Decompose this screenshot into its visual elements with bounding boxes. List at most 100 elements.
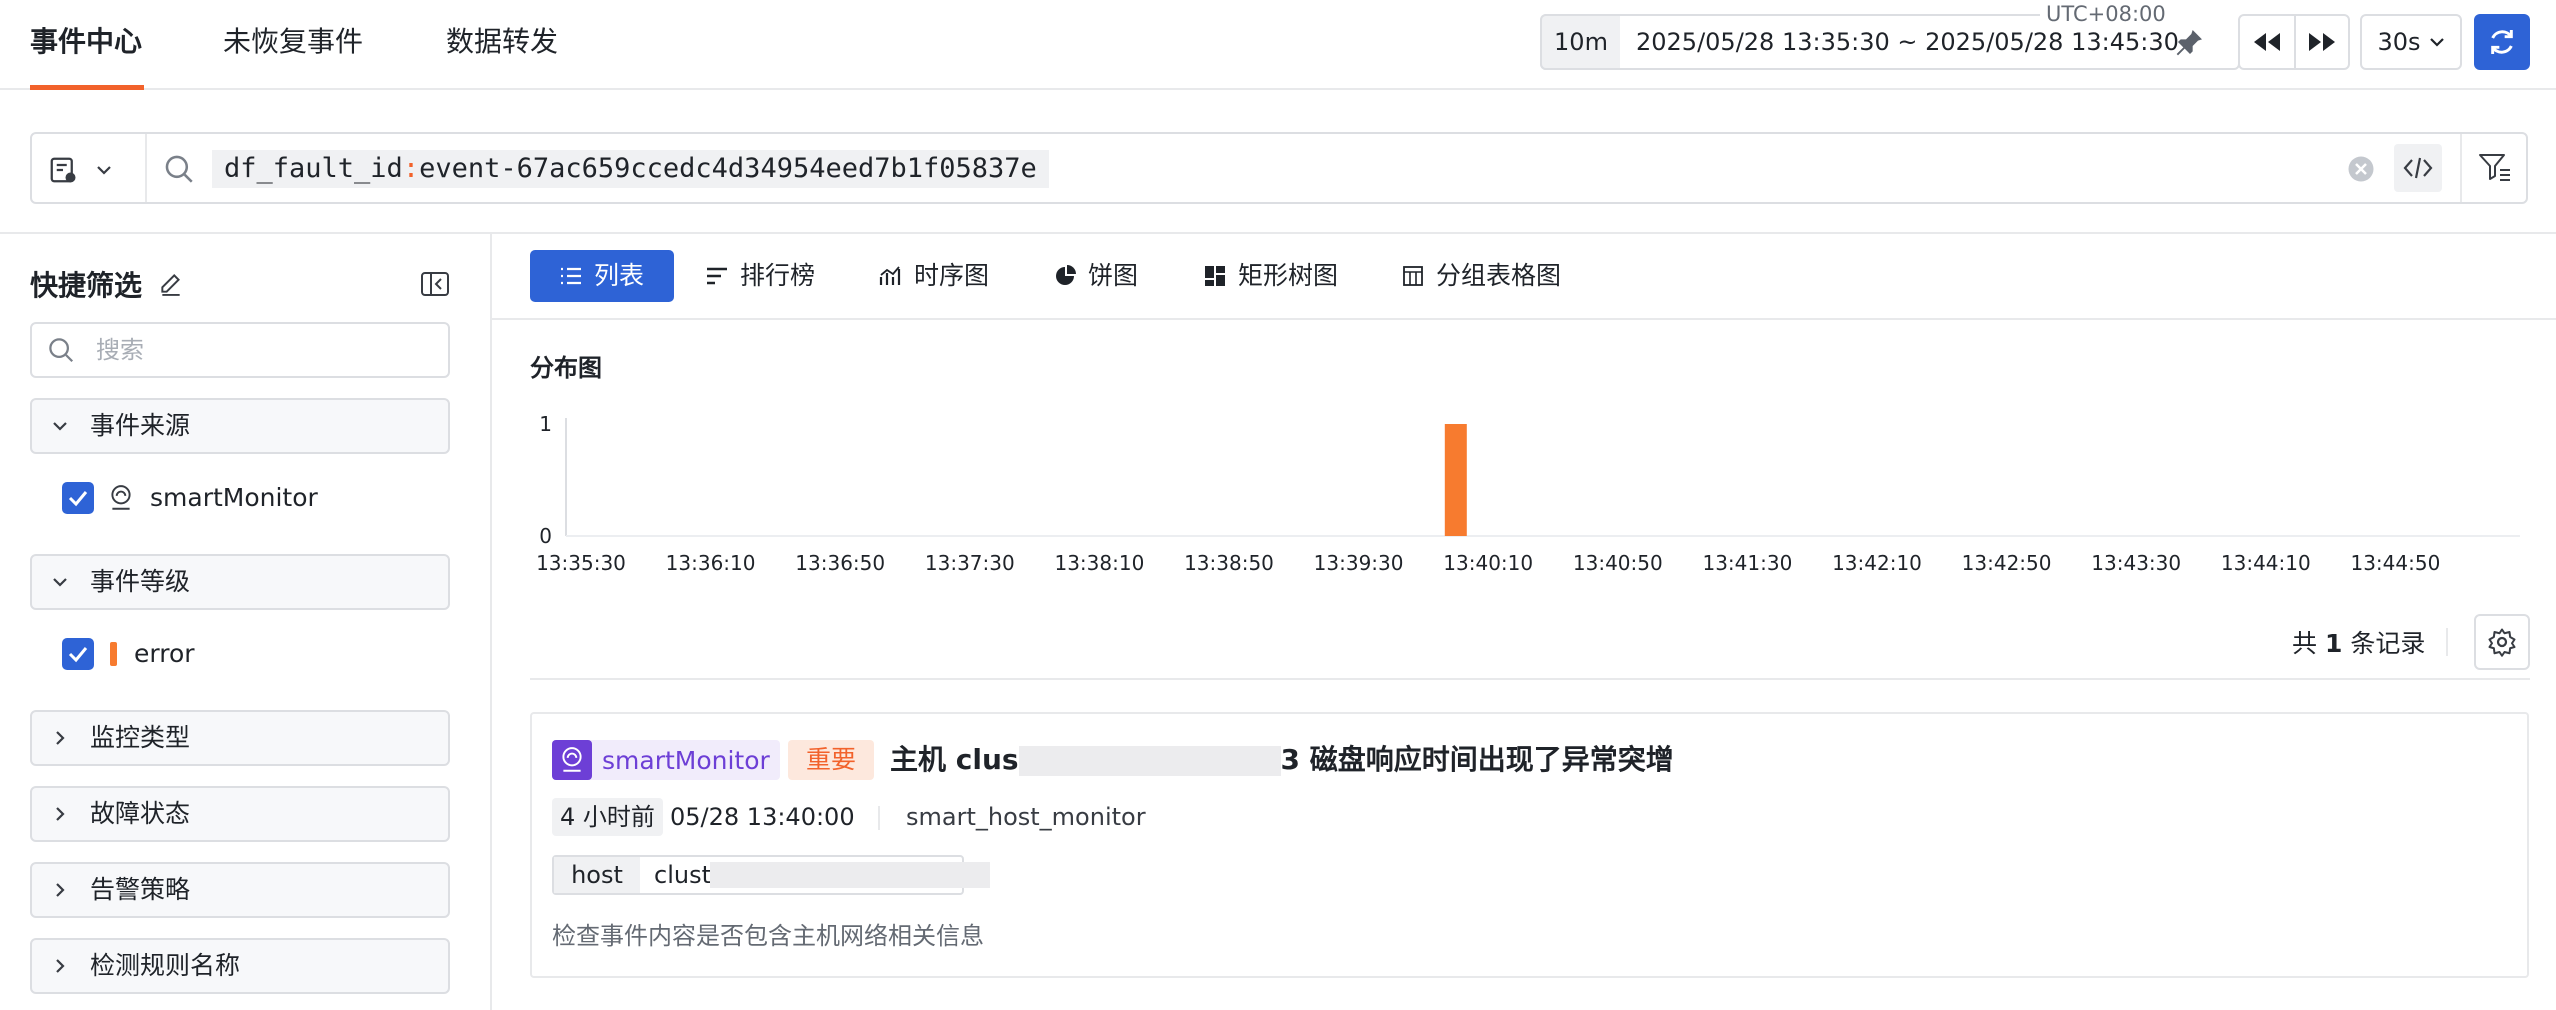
- filter-group-event-level[interactable]: 事件等级: [30, 554, 450, 610]
- view-tab-label: 饼图: [1088, 261, 1139, 290]
- checkbox-error[interactable]: [62, 638, 94, 670]
- search-icon: [162, 152, 196, 186]
- rewind-icon: [2254, 33, 2280, 51]
- refresh-interval-value: 30s: [2377, 28, 2421, 56]
- event-title-prefix: 主机 clus: [890, 743, 1019, 776]
- query-key: df_fault_id: [224, 153, 403, 184]
- tab-label: 数据转发: [446, 25, 559, 58]
- x-tick-label: 13:36:10: [666, 551, 756, 575]
- level-color-marker: [110, 642, 117, 666]
- view-tab-grouped-table[interactable]: 分组表格图: [1402, 250, 1561, 302]
- check-icon: [68, 647, 88, 663]
- clear-icon[interactable]: [2346, 154, 2376, 184]
- event-time: 05/28 13:40:00: [670, 803, 855, 831]
- event-title[interactable]: 主机 clus 3 磁盘响应时间出现了异常突增: [890, 740, 1674, 780]
- time-preset[interactable]: 10m: [1540, 14, 1620, 70]
- fast-forward-icon: [2309, 33, 2335, 51]
- refresh-interval-select[interactable]: 30s: [2360, 14, 2462, 70]
- collapse-sidebar-icon[interactable]: [420, 270, 450, 298]
- grouped-table-icon: [1403, 266, 1423, 286]
- search-icon: [46, 335, 76, 365]
- checkbox-smartmonitor[interactable]: [62, 482, 94, 514]
- filter-group-label: 监控类型: [90, 723, 191, 752]
- header-divider: [0, 232, 2556, 234]
- chevron-right-icon: [56, 807, 65, 821]
- chevron-right-icon: [56, 731, 65, 745]
- chevron-right-icon: [56, 959, 65, 973]
- tab-unrecovered-events[interactable]: 未恢复事件: [223, 0, 363, 90]
- filter-group-label: 检测规则名称: [90, 951, 241, 980]
- previous-range-button[interactable]: [2238, 14, 2296, 70]
- chevron-down-icon: [2429, 38, 2444, 47]
- meta-divider: [878, 806, 880, 830]
- records-divider: [530, 678, 2530, 680]
- x-tick-label: 13:42:10: [1832, 551, 1922, 575]
- active-tab-underline: [30, 85, 144, 90]
- x-tick-label: 13:35:30: [536, 551, 626, 575]
- treemap-icon: [1205, 266, 1225, 286]
- x-tick-label: 13:38:10: [1054, 551, 1144, 575]
- option-label-smartmonitor[interactable]: smartMonitor: [150, 482, 318, 514]
- refresh-button[interactable]: [2474, 14, 2530, 70]
- query-mode-select[interactable]: [48, 150, 148, 190]
- chevron-down-icon: [53, 422, 67, 431]
- ranking-icon: [707, 267, 727, 285]
- event-source-label: smartMonitor: [602, 745, 770, 775]
- filter-group-event-source[interactable]: 事件来源: [30, 398, 450, 454]
- view-tab-ranking[interactable]: 排行榜: [706, 250, 815, 302]
- x-tick-label: 13:40:10: [1443, 551, 1533, 575]
- query-operator: :: [402, 153, 420, 184]
- view-tab-timeseries[interactable]: 时序图: [878, 250, 989, 302]
- list-settings-button[interactable]: [2474, 614, 2530, 670]
- query-token[interactable]: df_fault_id:event-67ac659ccedc4d34954eed…: [212, 150, 1049, 188]
- distribution-chart: 0 1 13:35:30 13:36:10 13:36:50 13:37:30 13:38:…: [536, 412, 2520, 575]
- filter-group-monitor-type[interactable]: 监控类型: [30, 710, 450, 766]
- chevron-down-icon: [53, 578, 67, 587]
- x-tick-label: 13:36:50: [795, 551, 885, 575]
- smartmonitor-icon: [108, 484, 134, 512]
- code-view-button[interactable]: [2394, 144, 2442, 192]
- tab-event-center[interactable]: 事件中心: [30, 0, 142, 90]
- filter-search-input[interactable]: [30, 322, 450, 378]
- filter-group-rule-name[interactable]: 检测规则名称: [30, 938, 450, 994]
- chart-title: 分布图: [530, 354, 602, 382]
- pin-icon[interactable]: [2174, 26, 2206, 58]
- filter-group-alert-policy[interactable]: 告警策略: [30, 862, 450, 918]
- list-icon: [561, 267, 581, 285]
- code-icon: [2403, 157, 2433, 179]
- search-divider: [145, 134, 147, 202]
- timeseries-icon: [879, 266, 901, 285]
- view-tab-label: 时序图: [914, 261, 990, 290]
- record-count-suffix: 条记录: [2350, 629, 2426, 658]
- chevron-down-icon: [97, 166, 111, 175]
- relative-time: 4 小时前: [552, 798, 663, 836]
- view-tab-label: 分组表格图: [1436, 261, 1562, 290]
- option-label-error[interactable]: error: [134, 638, 195, 670]
- x-tick-label: 13:37:30: [925, 551, 1015, 575]
- redacted-host: [1018, 746, 1281, 776]
- filter-group-label: 故障状态: [90, 799, 191, 828]
- view-tab-pie[interactable]: 饼图: [1054, 250, 1138, 302]
- x-tick-label: 13:40:50: [1573, 551, 1663, 575]
- record-count: 共 1 条记录: [2292, 624, 2425, 660]
- view-tab-treemap[interactable]: 矩形树图: [1204, 250, 1338, 302]
- monitor-name[interactable]: smart_host_monitor: [906, 798, 1146, 836]
- edit-icon[interactable]: [158, 270, 184, 296]
- filter-search-placeholder: 搜索: [96, 336, 144, 364]
- host-tag-key: host: [554, 857, 640, 893]
- tab-data-forwarding[interactable]: 数据转发: [446, 0, 558, 90]
- record-count-prefix: 共: [2292, 629, 2318, 658]
- filter-group-label: 告警策略: [90, 875, 191, 904]
- view-tab-label: 排行榜: [740, 261, 816, 290]
- x-tick-label: 13:38:50: [1184, 551, 1274, 575]
- filter-group-label: 事件来源: [90, 411, 191, 440]
- filter-group-fault-status[interactable]: 故障状态: [30, 786, 450, 842]
- filter-settings-icon[interactable]: [2478, 152, 2512, 182]
- event-source-badge: smartMonitor: [552, 740, 780, 780]
- record-count-value: 1: [2324, 629, 2343, 658]
- view-tab-list[interactable]: 列表: [530, 250, 675, 302]
- next-range-button[interactable]: [2294, 14, 2350, 70]
- smartmonitor-icon: [552, 740, 592, 780]
- tabs-divider: [490, 318, 2556, 320]
- x-tick-label: 13:44:50: [2350, 551, 2440, 575]
